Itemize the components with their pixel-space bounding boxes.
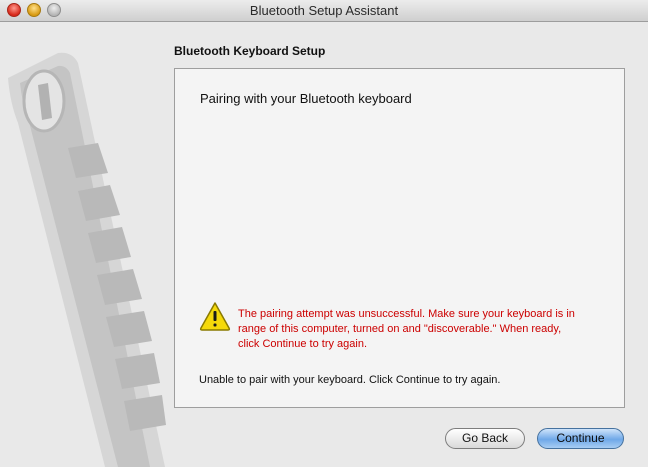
page-heading: Bluetooth Keyboard Setup [174, 44, 326, 58]
pairing-error-message: The pairing attempt was unsuccessful. Ma… [238, 307, 618, 352]
setup-assistant-window: Bluetooth Setup Assistant Bluetooth Keyb… [0, 0, 648, 467]
panel-title: Pairing with your Bluetooth keyboard [200, 91, 412, 106]
title-bar: Bluetooth Setup Assistant [0, 0, 648, 22]
bluetooth-keyboard-illustration [8, 52, 166, 467]
window-title: Bluetooth Setup Assistant [249, 3, 399, 18]
status-message: Unable to pair with your keyboard. Click… [199, 374, 501, 386]
warning-line-1: The pairing attempt was unsuccessful. Ma… [238, 308, 575, 320]
warning-icon [199, 302, 231, 331]
warning-line-3: click Continue to try again. [238, 338, 368, 350]
go-back-button[interactable]: Go Back [445, 428, 525, 449]
warning-line-2: range of this computer, turned on and "d… [238, 323, 562, 335]
content-panel: Pairing with your Bluetooth keyboard The… [174, 68, 625, 408]
continue-button[interactable]: Continue [537, 428, 624, 449]
